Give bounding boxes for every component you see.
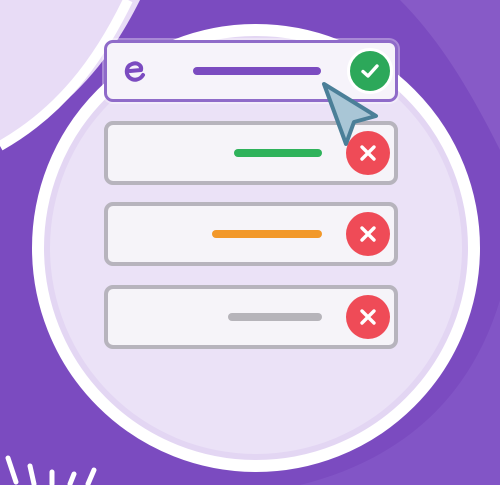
e-logo-icon xyxy=(124,61,145,82)
close-icon xyxy=(346,212,390,256)
option-card[interactable] xyxy=(104,202,398,266)
option-bar xyxy=(193,67,321,75)
option-card[interactable] xyxy=(104,285,398,349)
background-mark-1 xyxy=(5,455,19,485)
background-mark-5 xyxy=(85,467,97,485)
background-mark-2 xyxy=(27,463,37,485)
close-icon xyxy=(346,295,390,339)
option-bar xyxy=(228,313,322,321)
background-mark-4 xyxy=(67,471,77,485)
option-bar xyxy=(212,230,322,238)
option-bar xyxy=(234,149,322,157)
mouse-cursor-icon xyxy=(322,82,378,146)
